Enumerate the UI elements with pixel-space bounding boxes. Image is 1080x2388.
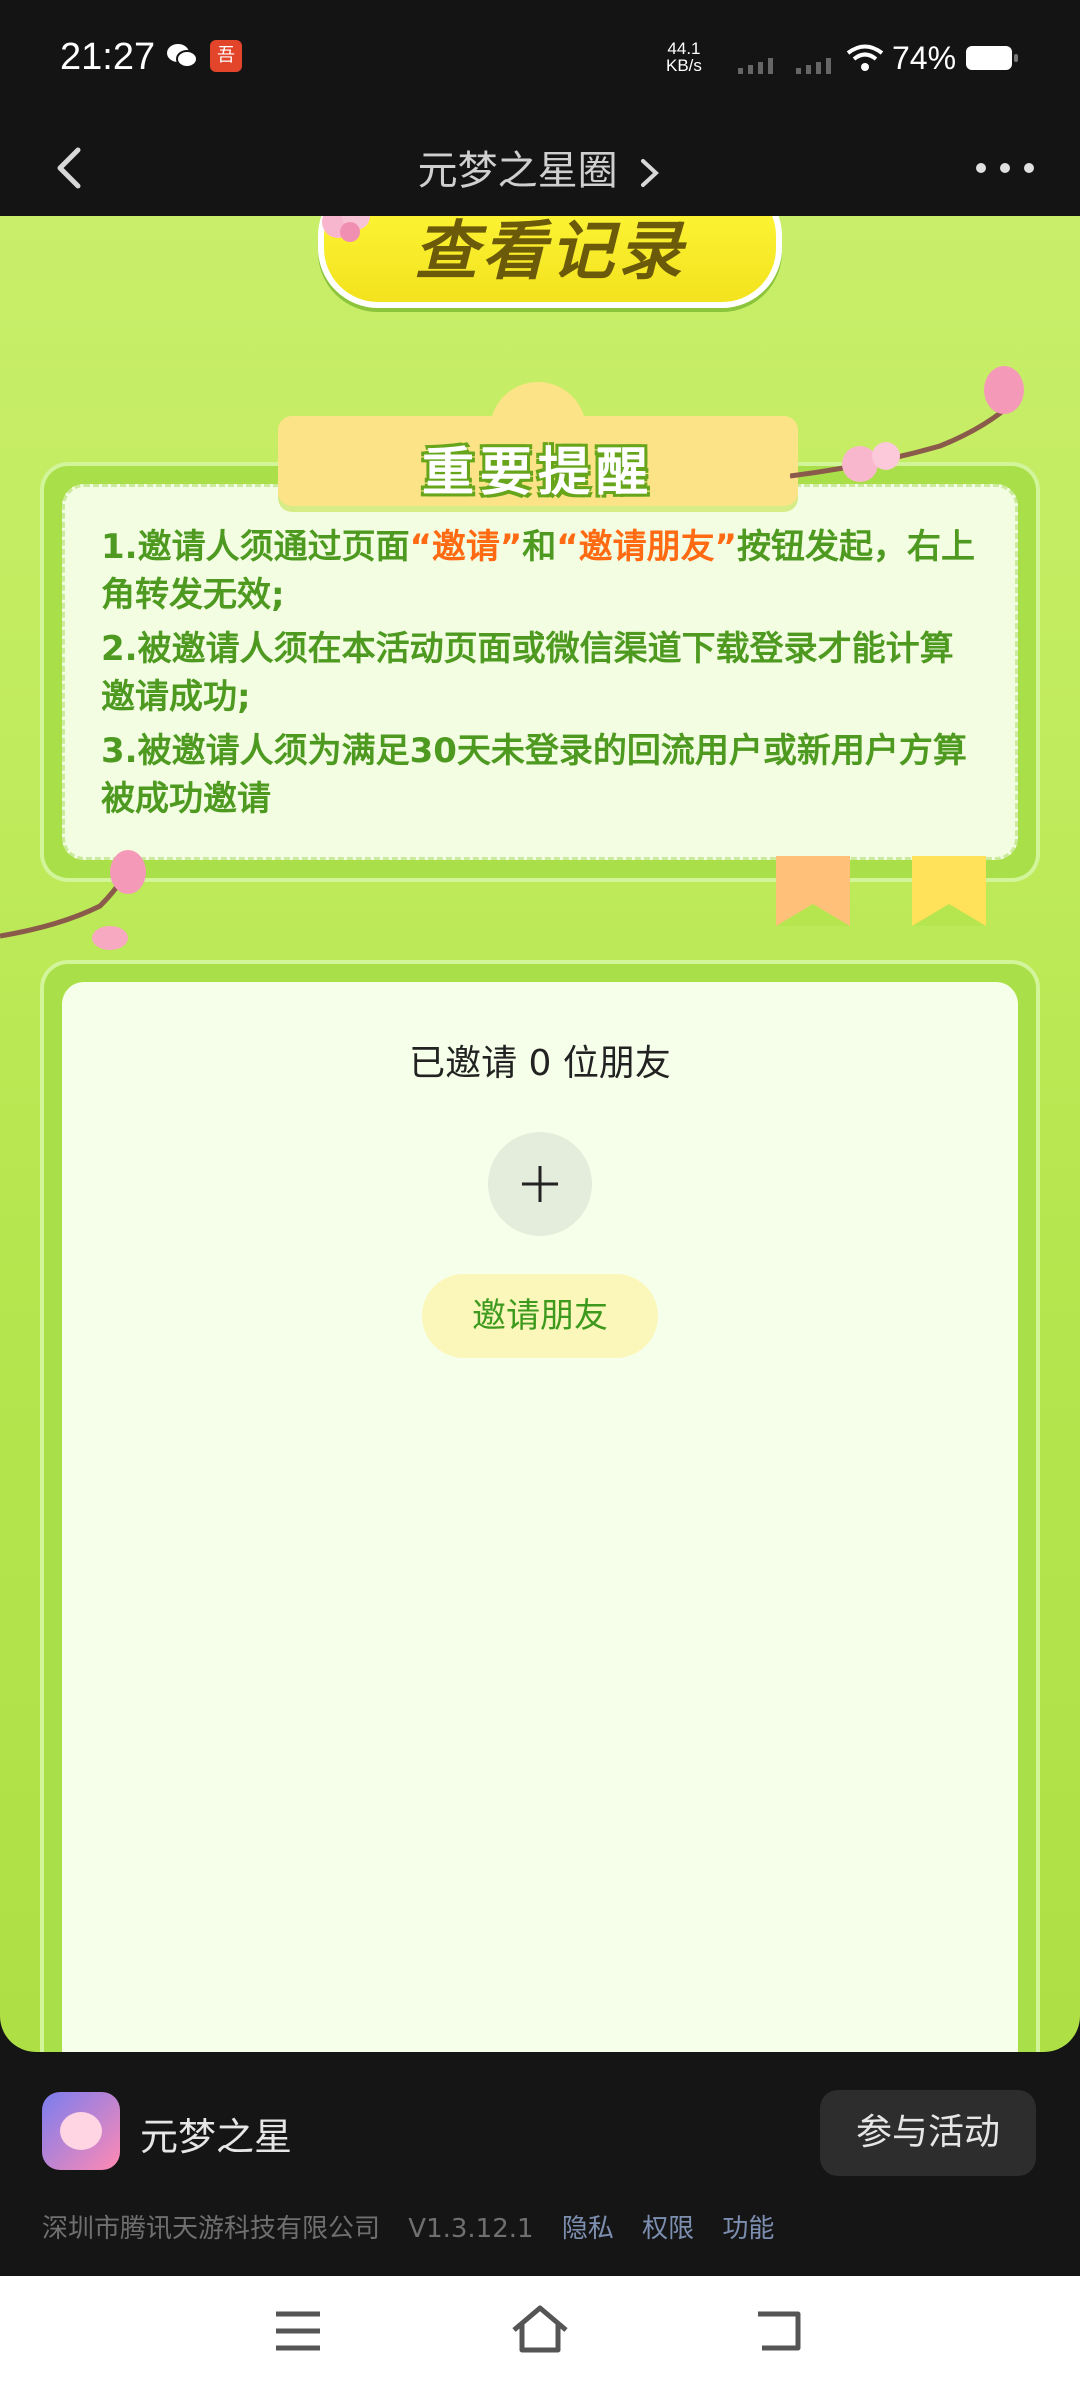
app-version: V1.3.12.1 bbox=[408, 2214, 534, 2244]
notification-app-icon: 吾 bbox=[210, 40, 242, 72]
permissions-link[interactable]: 权限 bbox=[642, 2214, 694, 2244]
network-speed: 44.1 KB/s bbox=[666, 39, 702, 75]
privacy-link[interactable]: 隐私 bbox=[562, 2214, 614, 2244]
reminder-list: 1.邀请人须通过页面“邀请”和“邀请朋友”按钮发起，右上角转发无效; 2.被邀请… bbox=[101, 523, 979, 829]
plus-icon bbox=[522, 1166, 558, 1202]
signal-icon bbox=[738, 58, 773, 74]
reminder-item-1: 1.邀请人须通过页面“邀请”和“邀请朋友”按钮发起，右上角转发无效; bbox=[101, 527, 975, 615]
app-meta-line: 深圳市腾讯天游科技有限公司 V1.3.12.1 隐私 权限 功能 bbox=[42, 2208, 774, 2245]
signal-icon-2 bbox=[796, 58, 831, 74]
circle-title-link[interactable]: 元梦之星圈 bbox=[0, 138, 1080, 196]
wifi-icon bbox=[846, 44, 884, 71]
page-title: 元梦之星圈 bbox=[417, 148, 618, 194]
battery-percent: 74% bbox=[892, 40, 957, 76]
back-icon[interactable] bbox=[754, 2308, 804, 2352]
title-bar: 元梦之星圈 bbox=[0, 120, 1080, 216]
reminder-card: 1.邀请人须通过页面“邀请”和“邀请朋友”按钮发起，右上角转发无效; 2.被邀请… bbox=[40, 462, 1040, 882]
app-info-bar: 元梦之星 参与活动 深圳市腾讯天游科技有限公司 V1.3.12.1 隐私 权限 … bbox=[0, 2052, 1080, 2276]
reminder-title-tag: 重要提醒 bbox=[278, 382, 798, 506]
status-bar: 21:27 吾 44.1 KB/s 74% bbox=[0, 0, 1080, 120]
ribbon-decoration-yellow bbox=[912, 856, 986, 926]
status-time: 21:27 bbox=[60, 36, 156, 78]
system-nav-bar bbox=[0, 2276, 1080, 2388]
reminder-item-2: 2.被邀请人须在本活动页面或微信渠道下载登录才能计算邀请成功; bbox=[101, 629, 954, 717]
features-link[interactable]: 功能 bbox=[722, 2214, 774, 2244]
reminder-title: 重要提醒 bbox=[421, 443, 654, 503]
wechat-icon bbox=[167, 44, 198, 68]
reminder-item-3: 3.被邀请人须为满足30天未登录的回流用户或新用户方算被成功邀请 bbox=[101, 731, 967, 819]
menu-icon[interactable] bbox=[274, 2310, 322, 2352]
home-icon[interactable] bbox=[510, 2304, 570, 2354]
battery-icon bbox=[966, 46, 1018, 70]
company-name: 深圳市腾讯天游科技有限公司 bbox=[42, 2214, 381, 2244]
add-friend-button[interactable] bbox=[488, 1132, 592, 1236]
ribbon-decoration-orange bbox=[776, 856, 850, 926]
invited-count: 已邀请 0 位朋友 bbox=[409, 1043, 671, 1084]
more-icon[interactable] bbox=[970, 150, 1040, 186]
blossom-branch-right bbox=[790, 366, 1024, 482]
invite-friends-button[interactable]: 邀请朋友 bbox=[422, 1274, 658, 1358]
invite-panel: 已邀请 0 位朋友 邀请朋友 bbox=[40, 960, 1040, 2052]
activity-page: 查看记录 1.邀请人须通过页面“邀请”和“邀请朋友”按钮发起，右上角转发无效; … bbox=[0, 216, 1080, 2052]
flower-decoration bbox=[322, 216, 370, 242]
join-activity-button[interactable]: 参与活动 bbox=[820, 2090, 1036, 2176]
app-logo-icon bbox=[42, 2092, 120, 2170]
blossom-branch-left bbox=[0, 850, 146, 950]
invite-panel-body: 已邀请 0 位朋友 邀请朋友 bbox=[62, 982, 1018, 2052]
app-name: 元梦之星 bbox=[140, 2115, 293, 2159]
chevron-right-icon bbox=[641, 159, 660, 187]
reminder-body: 1.邀请人须通过页面“邀请”和“邀请朋友”按钮发起，右上角转发无效; 2.被邀请… bbox=[62, 484, 1018, 860]
